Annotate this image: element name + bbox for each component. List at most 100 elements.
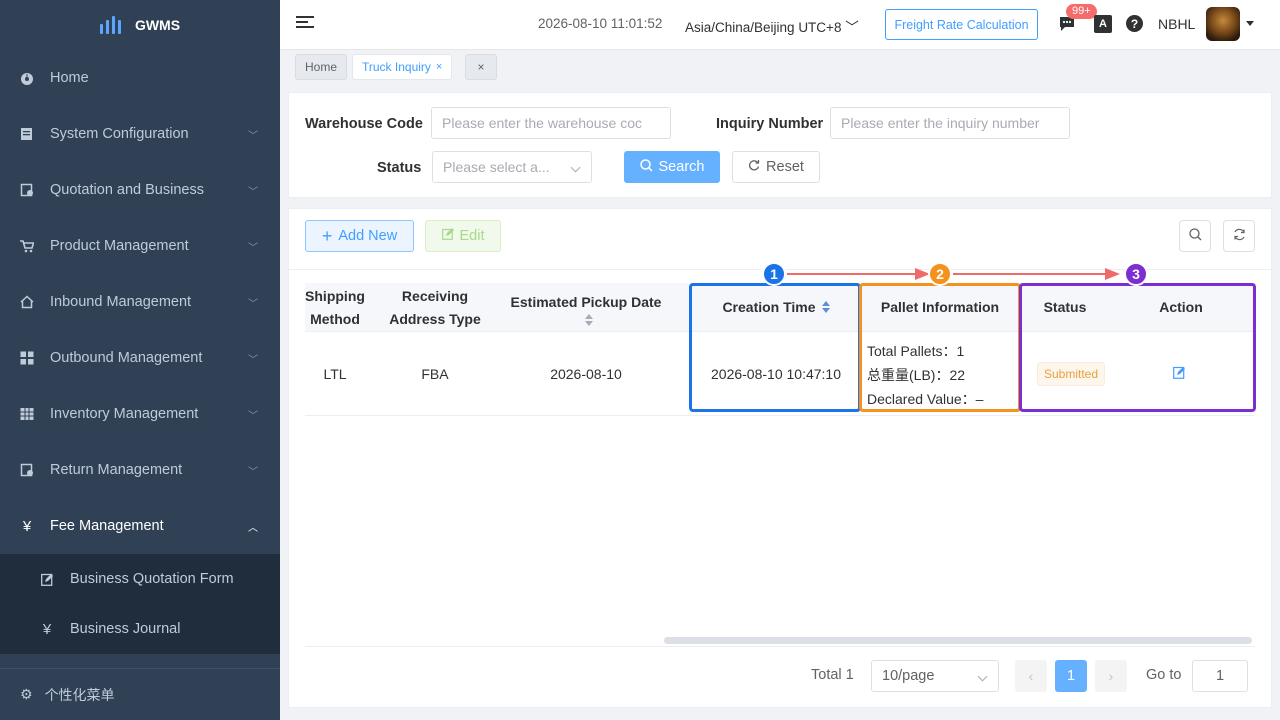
tags-view: Home Truck Inquiry × × xyxy=(280,50,1280,86)
edit-doc-icon xyxy=(40,573,54,586)
prev-page-button[interactable]: ‹ xyxy=(1015,660,1047,692)
flow-arrows xyxy=(787,268,1120,280)
step-badge-3: 3 xyxy=(1124,262,1148,286)
reset-button[interactable]: Reset xyxy=(732,151,820,183)
cell-pickup-date: 2026-08-10 xyxy=(550,366,622,382)
sidebar-item-system-configuration[interactable]: System Configuration ﹀ xyxy=(0,106,280,162)
current-page[interactable]: 1 xyxy=(1055,660,1087,692)
sidebar-item-return-management[interactable]: Return Management ﹀ xyxy=(0,442,280,498)
sidebar-item-label: System Configuration xyxy=(50,126,189,142)
top-header: 2026-08-10 11:01:52 Asia/China/Beijing U… xyxy=(280,0,1280,50)
sidebar-item-label: Inbound Management xyxy=(50,294,192,310)
refresh-icon xyxy=(1233,228,1246,244)
edit-icon xyxy=(441,228,454,244)
header-text: Address Type xyxy=(389,311,481,327)
search-form: Warehouse Code Please enter the warehous… xyxy=(288,92,1272,198)
app-logo[interactable]: GWMS xyxy=(0,0,280,50)
chevron-down-icon: ﹀ xyxy=(248,466,258,478)
quotation-icon xyxy=(20,183,34,197)
sidebar-item-product-management[interactable]: Product Management ﹀ xyxy=(0,218,280,274)
gear-icon: ⚙ xyxy=(20,686,33,702)
close-icon: × xyxy=(477,60,485,74)
logo-icon xyxy=(99,16,121,34)
avatar[interactable] xyxy=(1206,7,1240,41)
chevron-down-icon: ﹀ xyxy=(845,20,859,35)
tab-label: Truck Inquiry xyxy=(362,60,431,74)
column-header-receiving-address-type: Receiving Address Type xyxy=(385,285,485,331)
user-name[interactable]: NBHL xyxy=(1158,16,1195,32)
search-button-label: Search xyxy=(658,159,705,175)
highlight-box-3 xyxy=(1019,283,1256,412)
sidebar-item-outbound-management[interactable]: Outbound Management ﹀ xyxy=(0,330,280,386)
sidebar-item-inbound-management[interactable]: Inbound Management ﹀ xyxy=(0,274,280,330)
refresh-button[interactable] xyxy=(1223,220,1255,252)
submenu-label: Business Journal xyxy=(70,621,181,637)
sidebar: GWMS Home System Configuration ﹀ Quotati… xyxy=(0,0,280,720)
header-datetime: 2026-08-10 11:01:52 xyxy=(538,16,663,31)
sidebar-item-inventory-management[interactable]: Inventory Management ﹀ xyxy=(0,386,280,442)
personalize-menu[interactable]: ⚙ 个性化菜单 xyxy=(0,668,280,720)
table-icon xyxy=(20,407,34,421)
chevron-up-icon: ︿ xyxy=(248,522,258,534)
pagination-total: Total 1 xyxy=(811,667,854,683)
help-icon[interactable]: ? xyxy=(1126,15,1143,32)
warehouse-code-input[interactable]: Please enter the warehouse coc xyxy=(431,107,671,139)
sidebar-item-label: Return Management xyxy=(50,462,183,478)
house-icon xyxy=(20,295,34,309)
page-size-label: 10/page xyxy=(882,668,935,684)
personalize-label: 个性化菜单 xyxy=(44,686,115,703)
notification-badge: 99+ xyxy=(1066,4,1097,19)
tab-home[interactable]: Home xyxy=(295,54,348,80)
sidebar-item-business-quotation-form[interactable]: Business Quotation Form xyxy=(0,554,280,604)
chevron-down-icon xyxy=(570,162,581,173)
sidebar-item-label: Product Management xyxy=(50,238,189,254)
toggle-search-button[interactable] xyxy=(1179,220,1211,252)
tab-label: Home xyxy=(305,60,338,74)
horizontal-scrollbar[interactable] xyxy=(664,637,1252,644)
next-page-button[interactable]: › xyxy=(1095,660,1127,692)
search-button[interactable]: Search xyxy=(624,151,720,183)
chevron-down-icon: ﹀ xyxy=(248,354,258,366)
inquiry-number-input[interactable]: Please enter the inquiry number xyxy=(830,107,1070,139)
chevron-down-icon: ﹀ xyxy=(248,242,258,254)
freight-rate-button[interactable]: Freight Rate Calculation xyxy=(885,9,1038,40)
edit-label: Edit xyxy=(459,228,485,244)
status-select[interactable]: Please select a... xyxy=(432,151,592,183)
edit-button[interactable]: Edit xyxy=(425,220,501,252)
goto-page-input[interactable]: 1 xyxy=(1192,660,1248,692)
search-icon xyxy=(1188,228,1202,244)
sidebar-item-home[interactable]: Home xyxy=(0,50,280,106)
highlight-box-2 xyxy=(859,283,1021,412)
sidebar-item-quotation-business[interactable]: Quotation and Business ﹀ xyxy=(0,162,280,218)
page-size-select[interactable]: 10/page xyxy=(871,660,999,692)
timezone-select[interactable]: Asia/China/Beijing UTC+8 ﹀ xyxy=(685,16,859,36)
caret-down-icon[interactable] xyxy=(1246,21,1254,26)
collapse-menu-icon[interactable] xyxy=(296,16,314,34)
chevron-down-icon: ﹀ xyxy=(248,130,258,142)
refresh-icon xyxy=(748,159,760,175)
sidebar-item-fee-management[interactable]: ¥ Fee Management ︿ xyxy=(0,498,280,554)
tab-truck-inquiry[interactable]: Truck Inquiry × xyxy=(352,54,453,80)
grid-icon xyxy=(20,351,34,365)
language-icon[interactable]: A xyxy=(1094,15,1112,33)
sort-icon[interactable] xyxy=(585,313,593,326)
header-text: Method xyxy=(310,311,360,327)
chevron-down-icon: ﹀ xyxy=(248,410,258,422)
column-header-estimated-pickup-date[interactable]: Estimated Pickup Date xyxy=(499,285,673,331)
reset-button-label: Reset xyxy=(766,159,804,175)
yen-icon: ¥ xyxy=(42,620,52,638)
goto-label: Go to xyxy=(1146,667,1182,683)
timezone-label: Asia/China/Beijing UTC+8 xyxy=(685,20,842,35)
add-new-button[interactable]: + Add New xyxy=(305,220,414,252)
close-icon[interactable]: × xyxy=(436,61,442,73)
submenu-label: Business Quotation Form xyxy=(70,571,234,587)
step-badge-2: 2 xyxy=(928,262,952,286)
cell-shipping-method: LTL xyxy=(323,366,347,382)
inquiry-number-label: Inquiry Number xyxy=(716,116,824,132)
table-panel: + Add New Edit Shipping Method Receiving… xyxy=(288,208,1272,708)
sidebar-item-business-journal[interactable]: ¥ Business Journal xyxy=(0,604,280,654)
yen-icon: ¥ xyxy=(22,517,32,535)
close-all-tab[interactable]: × xyxy=(465,54,497,80)
column-header-shipping-method: Shipping Method xyxy=(305,285,365,331)
fee-submenu: Business Quotation Form ¥ Business Journ… xyxy=(0,554,280,654)
